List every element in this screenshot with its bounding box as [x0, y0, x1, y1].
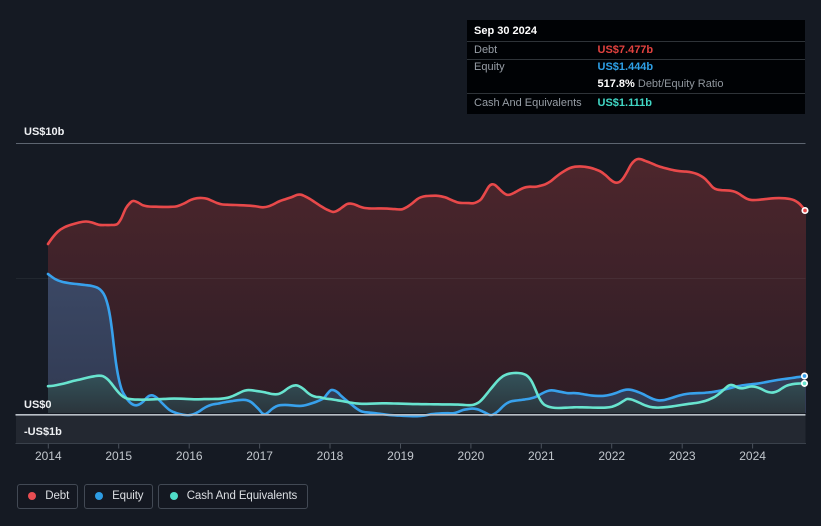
- svg-text:2021: 2021: [528, 449, 555, 463]
- svg-text:US$10b: US$10b: [24, 126, 65, 138]
- svg-text:2015: 2015: [105, 449, 132, 463]
- svg-text:2023: 2023: [669, 449, 696, 463]
- svg-text:2017: 2017: [246, 449, 273, 463]
- svg-text:2018: 2018: [317, 449, 344, 463]
- svg-text:2019: 2019: [387, 449, 414, 463]
- svg-text:2016: 2016: [176, 449, 203, 463]
- svg-text:2020: 2020: [458, 449, 485, 463]
- svg-text:-US$1b: -US$1b: [24, 426, 62, 438]
- svg-text:2022: 2022: [598, 449, 625, 463]
- svg-text:2014: 2014: [35, 449, 62, 463]
- svg-text:2024: 2024: [739, 449, 766, 463]
- svg-text:US$0: US$0: [24, 399, 52, 411]
